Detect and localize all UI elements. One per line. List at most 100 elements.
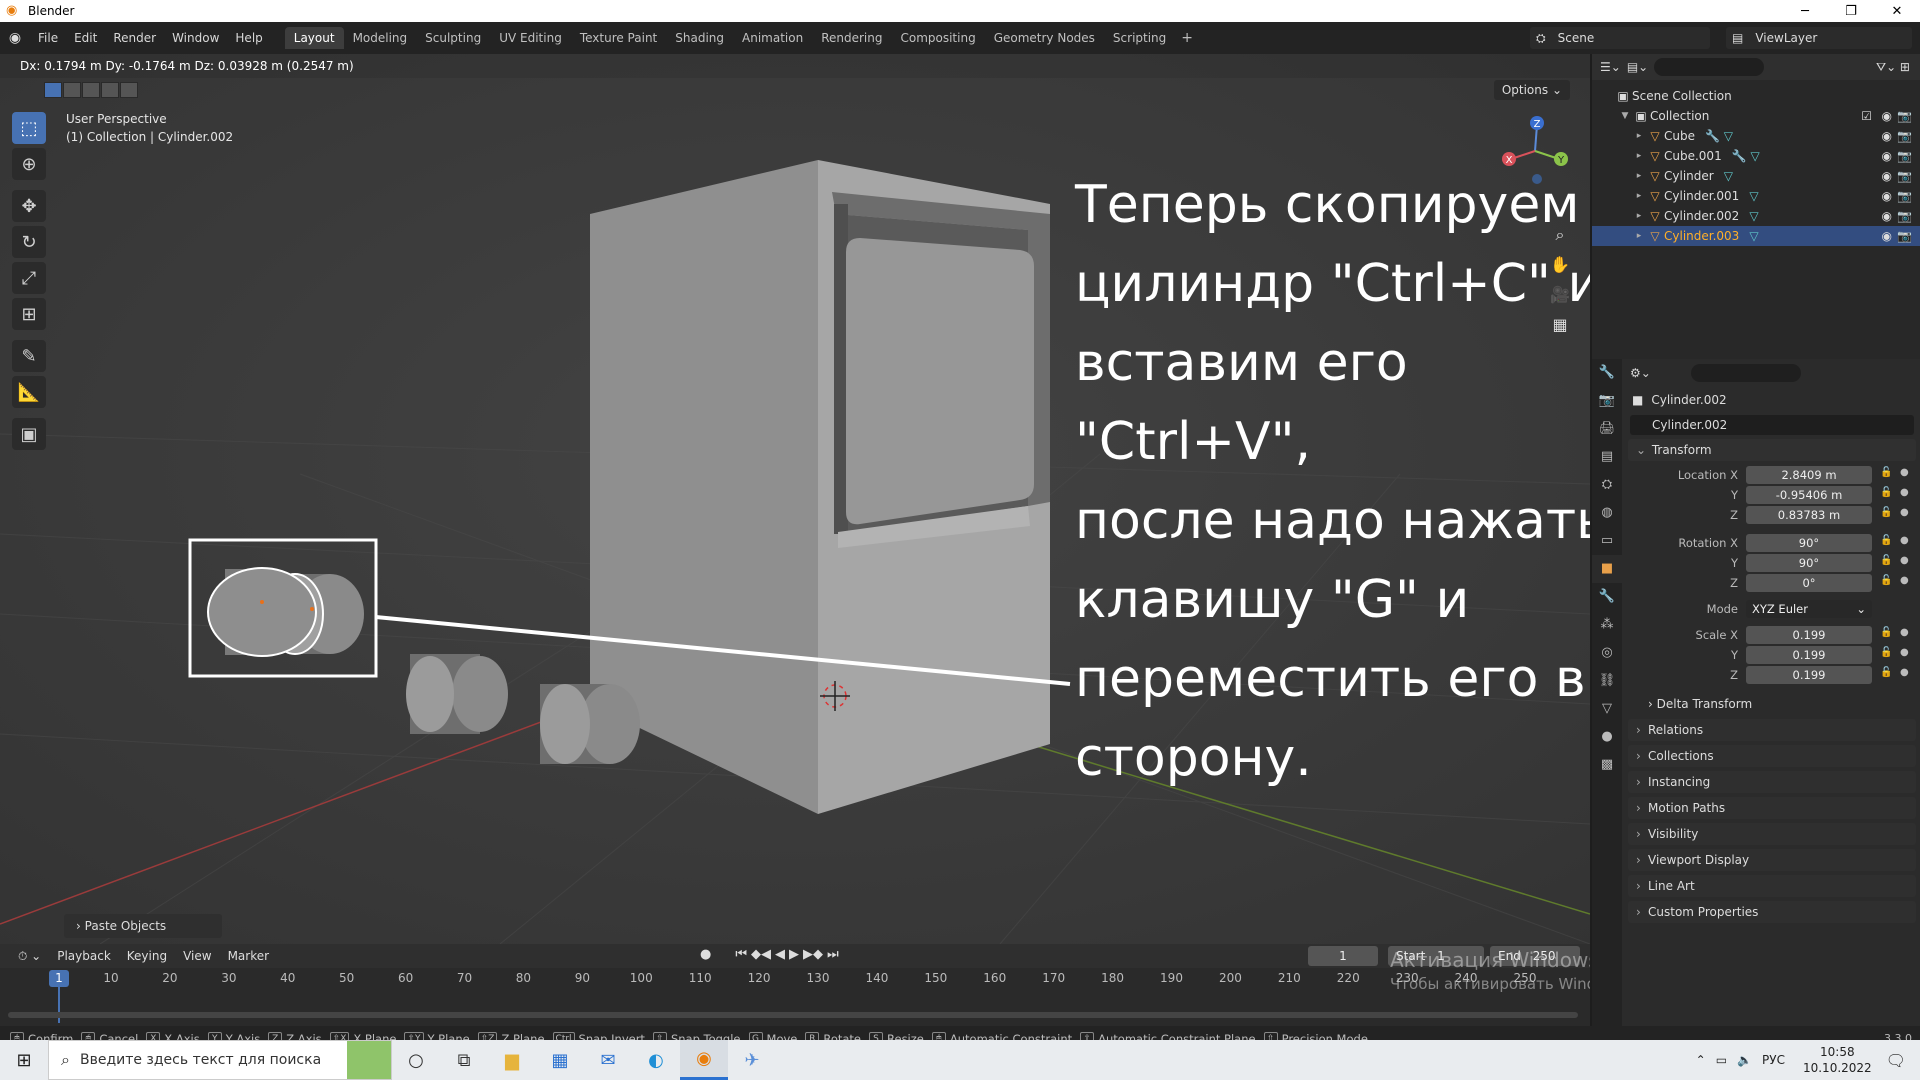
- location-x-field[interactable]: 2.8409 m: [1746, 466, 1872, 484]
- rotation-z-field[interactable]: 0°: [1746, 574, 1872, 592]
- close-button[interactable]: ✕: [1874, 0, 1920, 22]
- texture-tab-icon[interactable]: ▩: [1592, 751, 1622, 779]
- expand-arrow-icon[interactable]: ▸: [1632, 211, 1646, 221]
- paste-objects-panel[interactable]: › Paste Objects: [64, 914, 222, 938]
- 3d-viewport[interactable]: Dx: 0.1794 m Dy: -0.1764 m Dz: 0.03928 m…: [0, 54, 1590, 944]
- tab-rendering[interactable]: Rendering: [812, 27, 891, 49]
- taskbar-search-input[interactable]: ⌕ Введите здесь текст для поиска: [48, 1040, 392, 1080]
- eye-icon[interactable]: ◉: [1882, 149, 1892, 163]
- options-dropdown[interactable]: Options ⌄: [1493, 80, 1570, 100]
- rotation-mode-dropdown[interactable]: XYZ Euler ⌄: [1746, 600, 1872, 618]
- current-frame-field[interactable]: 1: [1308, 946, 1378, 966]
- lock-icon[interactable]: 🔓: [1880, 667, 1892, 678]
- material-tab-icon[interactable]: ●: [1592, 723, 1622, 751]
- select-box-tool-icon[interactable]: ⬚: [12, 112, 46, 144]
- clock[interactable]: 10:58 10.10.2022: [1803, 1044, 1872, 1076]
- minimize-button[interactable]: ─: [1782, 0, 1828, 22]
- task-view-icon[interactable]: ⧉: [440, 1040, 488, 1080]
- menu-marker[interactable]: Marker: [220, 949, 277, 963]
- outliner-item[interactable]: ▸ ▽ Cylinder.001 ▽ ◉ 📷: [1592, 186, 1920, 206]
- play-icon[interactable]: ▶: [789, 947, 799, 962]
- properties-panel-header[interactable]: › Custom Properties: [1628, 901, 1916, 923]
- tab-layout[interactable]: Layout: [284, 27, 344, 49]
- select-extend-icon[interactable]: [63, 82, 81, 98]
- physics-tab-icon[interactable]: ◎: [1592, 639, 1622, 667]
- expand-arrow-icon[interactable]: ▸: [1632, 151, 1646, 161]
- eye-icon[interactable]: ◉: [1882, 129, 1892, 143]
- keyframe-dot-icon[interactable]: ●: [1900, 575, 1909, 586]
- location-z-field[interactable]: 0.83783 m: [1746, 506, 1872, 524]
- scene-tab-icon[interactable]: ⛭: [1592, 471, 1622, 499]
- view-layer-tab-icon[interactable]: ▤: [1592, 443, 1622, 471]
- notifications-icon[interactable]: 🗨: [1886, 1051, 1906, 1070]
- tab-scripting[interactable]: Scripting: [1104, 27, 1175, 49]
- camera-icon[interactable]: 📷: [1897, 109, 1912, 123]
- expand-arrow-icon[interactable]: ▼: [1618, 111, 1632, 121]
- tab-modeling[interactable]: Modeling: [344, 27, 417, 49]
- tab-geometry-nodes[interactable]: Geometry Nodes: [985, 27, 1104, 49]
- camera-icon[interactable]: 📷: [1897, 169, 1912, 183]
- keyframe-dot-icon[interactable]: ●: [1900, 627, 1909, 638]
- lock-icon[interactable]: 🔓: [1880, 507, 1892, 518]
- properties-search-input[interactable]: [1690, 364, 1801, 382]
- volume-icon[interactable]: 🔈: [1737, 1053, 1752, 1067]
- expand-arrow-icon[interactable]: ▸: [1632, 131, 1646, 141]
- editor-type-icon[interactable]: ⚙⌄: [1630, 366, 1651, 380]
- select-new-icon[interactable]: [44, 82, 62, 98]
- timeline-scrollbar[interactable]: [8, 1012, 1578, 1018]
- prev-keyframe-icon[interactable]: ◆◀: [751, 947, 771, 962]
- properties-panel-header[interactable]: › Motion Paths: [1628, 797, 1916, 819]
- editor-type-icon[interactable]: ☰⌄: [1600, 60, 1621, 74]
- properties-panel-header[interactable]: › Relations: [1628, 719, 1916, 741]
- filter-icon[interactable]: ⛛⌄ ⊞: [1876, 60, 1910, 75]
- keyframe-dot-icon[interactable]: ●: [1900, 555, 1909, 566]
- select-intersect-icon[interactable]: [120, 82, 138, 98]
- lock-icon[interactable]: 🔓: [1880, 627, 1892, 638]
- menu-edit[interactable]: Edit: [66, 31, 105, 45]
- add-cube-tool-icon[interactable]: ▣: [12, 418, 46, 450]
- expand-arrow-icon[interactable]: ▸: [1632, 191, 1646, 201]
- scale-z-field[interactable]: 0.199: [1746, 666, 1872, 684]
- modifier-tab-icon[interactable]: 🔧: [1592, 583, 1622, 611]
- lock-icon[interactable]: 🔓: [1880, 555, 1892, 566]
- network-icon[interactable]: ▭: [1716, 1053, 1727, 1067]
- properties-panel-header[interactable]: › Viewport Display: [1628, 849, 1916, 871]
- properties-panel-header[interactable]: › Collections: [1628, 745, 1916, 767]
- keyframe-dot-icon[interactable]: ●: [1900, 647, 1909, 658]
- object-name-field[interactable]: Cylinder.002: [1630, 415, 1914, 435]
- checkbox-icon[interactable]: ☑: [1861, 109, 1872, 123]
- view-layer-selector[interactable]: ▤ ViewLayer: [1726, 27, 1912, 49]
- keyframe-dot-icon[interactable]: ●: [1900, 467, 1909, 478]
- jump-end-icon[interactable]: ⏭: [827, 947, 839, 962]
- keyframe-dot-icon[interactable]: ●: [1900, 535, 1909, 546]
- outliner-item[interactable]: ▸ ▽ Cube 🔧 ▽ ◉ 📷: [1592, 126, 1920, 146]
- lock-icon[interactable]: 🔓: [1880, 647, 1892, 658]
- outliner-item[interactable]: ▸ ▽ Cube.001 🔧 ▽ ◉ 📷: [1592, 146, 1920, 166]
- timeline-ruler[interactable]: 1102030405060708090100110120130140150160…: [0, 968, 1590, 1026]
- outliner-item[interactable]: ▸ ▽ Cylinder ▽ ◉ 📷: [1592, 166, 1920, 186]
- language-indicator[interactable]: РУС: [1762, 1053, 1785, 1067]
- tab-sculpting[interactable]: Sculpting: [416, 27, 490, 49]
- camera-icon[interactable]: 📷: [1897, 129, 1912, 143]
- move-tool-icon[interactable]: ✥: [12, 190, 46, 222]
- rotation-y-field[interactable]: 90°: [1746, 554, 1872, 572]
- play-reverse-icon[interactable]: ◀: [775, 947, 785, 962]
- properties-panel-header[interactable]: › Instancing: [1628, 771, 1916, 793]
- menu-render[interactable]: Render: [105, 31, 164, 45]
- mail-icon[interactable]: ✉: [584, 1040, 632, 1080]
- tool-tab-icon[interactable]: 🔧: [1592, 359, 1622, 387]
- maximize-button[interactable]: ❐: [1828, 0, 1874, 22]
- lock-icon[interactable]: 🔓: [1880, 467, 1892, 478]
- measure-tool-icon[interactable]: 📐: [12, 376, 46, 408]
- properties-panel-header[interactable]: › Line Art: [1628, 875, 1916, 897]
- keyframe-dot-icon[interactable]: ●: [1900, 487, 1909, 498]
- record-icon[interactable]: ●: [700, 947, 711, 962]
- constraints-tab-icon[interactable]: ⛓: [1592, 667, 1622, 695]
- windows-start-icon[interactable]: ⊞: [0, 1040, 48, 1080]
- tray-chevron-icon[interactable]: ⌃: [1696, 1053, 1706, 1067]
- next-keyframe-icon[interactable]: ▶◆: [803, 947, 823, 962]
- rotate-tool-icon[interactable]: ↻: [12, 226, 46, 258]
- collection-tab-icon[interactable]: ▭: [1592, 527, 1622, 555]
- lock-icon[interactable]: 🔓: [1880, 487, 1892, 498]
- tab-texture-paint[interactable]: Texture Paint: [571, 27, 666, 49]
